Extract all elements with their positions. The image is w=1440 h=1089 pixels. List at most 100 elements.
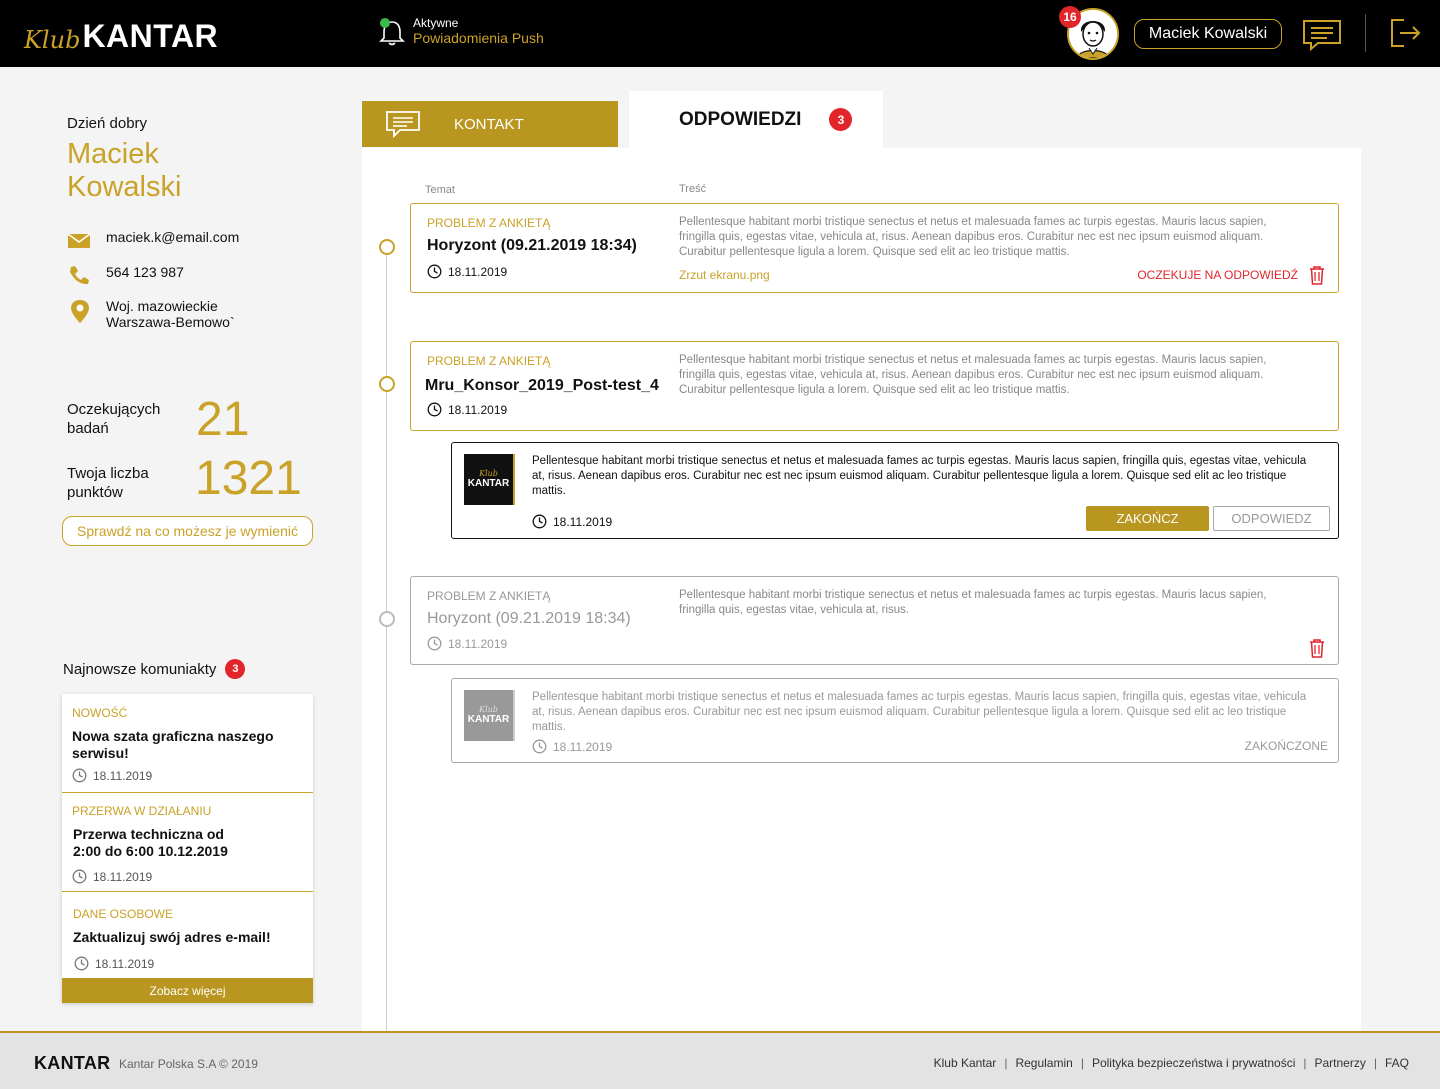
- clock-icon: [532, 514, 547, 529]
- phone-icon: [67, 264, 93, 286]
- notification-count-badge: 16: [1059, 6, 1081, 28]
- reply-date-text: 18.11.2019: [553, 739, 613, 754]
- user-name-button[interactable]: Maciek Kowalski: [1134, 19, 1282, 49]
- footer-link-faq[interactable]: FAQ: [1385, 1056, 1409, 1070]
- footer-link-regulamin[interactable]: Regulamin: [1015, 1056, 1072, 1070]
- news-title: Przerwa techniczna od 2:00 do 6:00 10.12…: [73, 826, 228, 859]
- ticket-title: Mru_Konsor_2019_Post-test_4: [425, 377, 659, 394]
- ticket-body: Pellentesque habitant morbi tristique se…: [679, 589, 1267, 616]
- envelope-icon: [67, 229, 93, 251]
- ticket-card[interactable]: PROBLEM Z ANKIETĄ Horyzont (09.21.2019 1…: [410, 576, 1339, 665]
- ticket-title: Horyzont (09.21.2019 18:34): [427, 237, 637, 254]
- column-content-header: Treść: [679, 183, 707, 195]
- reply-logo-klub: Klub: [479, 705, 498, 714]
- top-header: Klub KANTAR Aktywne Powiadomienia Push 1…: [0, 0, 1440, 67]
- tab-contact[interactable]: KONTAKT: [362, 101, 618, 147]
- messages-icon[interactable]: [1302, 18, 1342, 52]
- footer-separator: |: [1303, 1056, 1307, 1070]
- footer-separator: |: [1080, 1056, 1084, 1070]
- ticket-category: PROBLEM Z ANKIETĄ: [427, 216, 551, 230]
- reply-logo-klub: Klub: [479, 469, 498, 478]
- reply-logo-kantar: KANTAR: [467, 714, 510, 725]
- news-item[interactable]: NOWOŚĆ Nowa szata graficzna naszego serw…: [62, 694, 313, 793]
- logo-klub-text: Klub: [24, 26, 81, 54]
- attachment-link[interactable]: Zrzut ekranu.png: [679, 268, 770, 282]
- timeline-dot: [379, 376, 395, 392]
- reply-logo-kantar: KANTAR: [467, 478, 510, 489]
- klub-kantar-logo[interactable]: Klub KANTAR: [24, 12, 218, 52]
- reply-card[interactable]: Klub KANTAR Pellentesque habitant morbi …: [451, 678, 1339, 763]
- clock-icon: [72, 768, 87, 783]
- tab-contact-label: KONTAKT: [454, 115, 524, 133]
- ticket-category: PROBLEM Z ANKIETĄ: [427, 589, 551, 603]
- news-section-title: Najnowsze komuniakty 3: [63, 659, 246, 679]
- news-list: NOWOŚĆ Nowa szata graficzna naszego serw…: [62, 694, 313, 1003]
- tab-answers[interactable]: ODPOWIEDZI 3: [629, 91, 883, 148]
- ticket-card[interactable]: PROBLEM Z ANKIETĄ Mru_Konsor_2019_Post-t…: [410, 341, 1339, 431]
- kantar-reply-logo: Klub KANTAR: [464, 454, 515, 505]
- ticket-body: Pellentesque habitant morbi tristique se…: [679, 216, 1267, 258]
- ticket-category: PROBLEM Z ANKIETĄ: [427, 354, 551, 368]
- contact-address: Woj. mazowieckie Warszawa-Bemowo`: [67, 298, 235, 330]
- timeline-dot: [379, 239, 395, 255]
- exchange-points-button[interactable]: Sprawdź na co możesz je wymienić: [62, 516, 313, 546]
- answers-panel: Temat Treść PROBLEM Z ANKIETĄ Horyzont (…: [362, 148, 1361, 1032]
- reply-date-text: 18.11.2019: [553, 514, 613, 529]
- reply-button[interactable]: ODPOWIEDZ: [1213, 506, 1330, 531]
- logout-icon[interactable]: [1390, 18, 1422, 48]
- news-title: Zaktualizuj swój adres e-mail!: [73, 929, 271, 945]
- news-item[interactable]: PRZERWA W DZIAŁANIU Przerwa techniczna o…: [62, 793, 313, 892]
- trash-icon[interactable]: [1308, 265, 1326, 285]
- greeting-text: Dzień dobry: [67, 115, 148, 132]
- reply-body: Pellentesque habitant morbi tristique se…: [532, 455, 1307, 497]
- news-count-badge: 3: [225, 659, 246, 679]
- news-item[interactable]: DANE OSOBOWE Zaktualizuj swój adres e-ma…: [62, 892, 313, 978]
- footer-link-privacy[interactable]: Polityka bezpieczeństwa i prywatności: [1092, 1056, 1295, 1070]
- ticket-card[interactable]: PROBLEM Z ANKIETĄ Horyzont (09.21.2019 1…: [410, 203, 1339, 293]
- phone-text: 564 123 987: [106, 264, 184, 280]
- end-conversation-button[interactable]: ZAKOŃCZ: [1086, 506, 1209, 531]
- ticket-date-text: 18.11.2019: [448, 264, 508, 279]
- ticket-date-text: 18.11.2019: [448, 402, 508, 417]
- contact-email: maciek.k@email.com: [67, 229, 239, 251]
- points-value: 1321: [195, 452, 302, 505]
- footer-links: Klub Kantar | Regulamin | Polityka bezpi…: [934, 1056, 1409, 1070]
- clock-icon: [72, 869, 87, 884]
- news-title: Nowa szata graficzna naszego serwisu!: [72, 728, 274, 761]
- user-avatar[interactable]: 16: [1059, 6, 1119, 60]
- news-category: DANE OSOBOWE: [73, 907, 174, 921]
- reply-card[interactable]: Klub KANTAR Pellentesque habitant morbi …: [451, 442, 1339, 539]
- clock-icon: [427, 402, 442, 417]
- footer-link-partners[interactable]: Partnerzy: [1315, 1056, 1366, 1070]
- ticket-date: 18.11.2019: [427, 264, 507, 279]
- news-date: 18.11.2019: [72, 768, 152, 783]
- ticket-body: Pellentesque habitant morbi tristique se…: [679, 354, 1267, 396]
- clock-icon: [74, 956, 89, 971]
- answers-count-badge: 3: [829, 108, 853, 131]
- footer-separator: |: [1373, 1056, 1377, 1070]
- address-line-2: Warszawa-Bemowo`: [106, 314, 235, 330]
- location-pin-icon: [67, 298, 93, 323]
- trash-icon[interactable]: [1308, 638, 1326, 658]
- ticket-title: Horyzont (09.21.2019 18:34): [427, 610, 631, 627]
- tab-answers-label: ODPOWIEDZI: [679, 108, 802, 130]
- pending-surveys-label: Oczekujących badań: [67, 401, 161, 437]
- push-label-text: Powiadomienia Push: [413, 30, 544, 46]
- ticket-date: 18.11.2019: [427, 636, 507, 651]
- news-category: NOWOŚĆ: [72, 706, 128, 720]
- news-date-text: 18.11.2019: [93, 869, 153, 884]
- ticket-date-text: 18.11.2019: [448, 636, 508, 651]
- footer-separator: |: [1004, 1056, 1008, 1070]
- footer-logo[interactable]: KANTAR: [34, 1053, 110, 1074]
- timeline-dot: [379, 611, 395, 627]
- points-label: Twoja liczba punktów: [67, 465, 149, 501]
- news-date: 18.11.2019: [72, 869, 152, 884]
- status-active-dot: [380, 17, 390, 28]
- footer-link-klub[interactable]: Klub Kantar: [934, 1056, 997, 1070]
- reply-date: 18.11.2019: [532, 739, 612, 754]
- column-subject-header: Temat: [425, 184, 455, 196]
- bell-icon: [378, 17, 406, 47]
- push-notifications-status[interactable]: Aktywne Powiadomienia Push: [378, 16, 544, 47]
- see-more-button[interactable]: Zobacz więcej: [62, 978, 313, 1003]
- chat-icon: [386, 111, 420, 138]
